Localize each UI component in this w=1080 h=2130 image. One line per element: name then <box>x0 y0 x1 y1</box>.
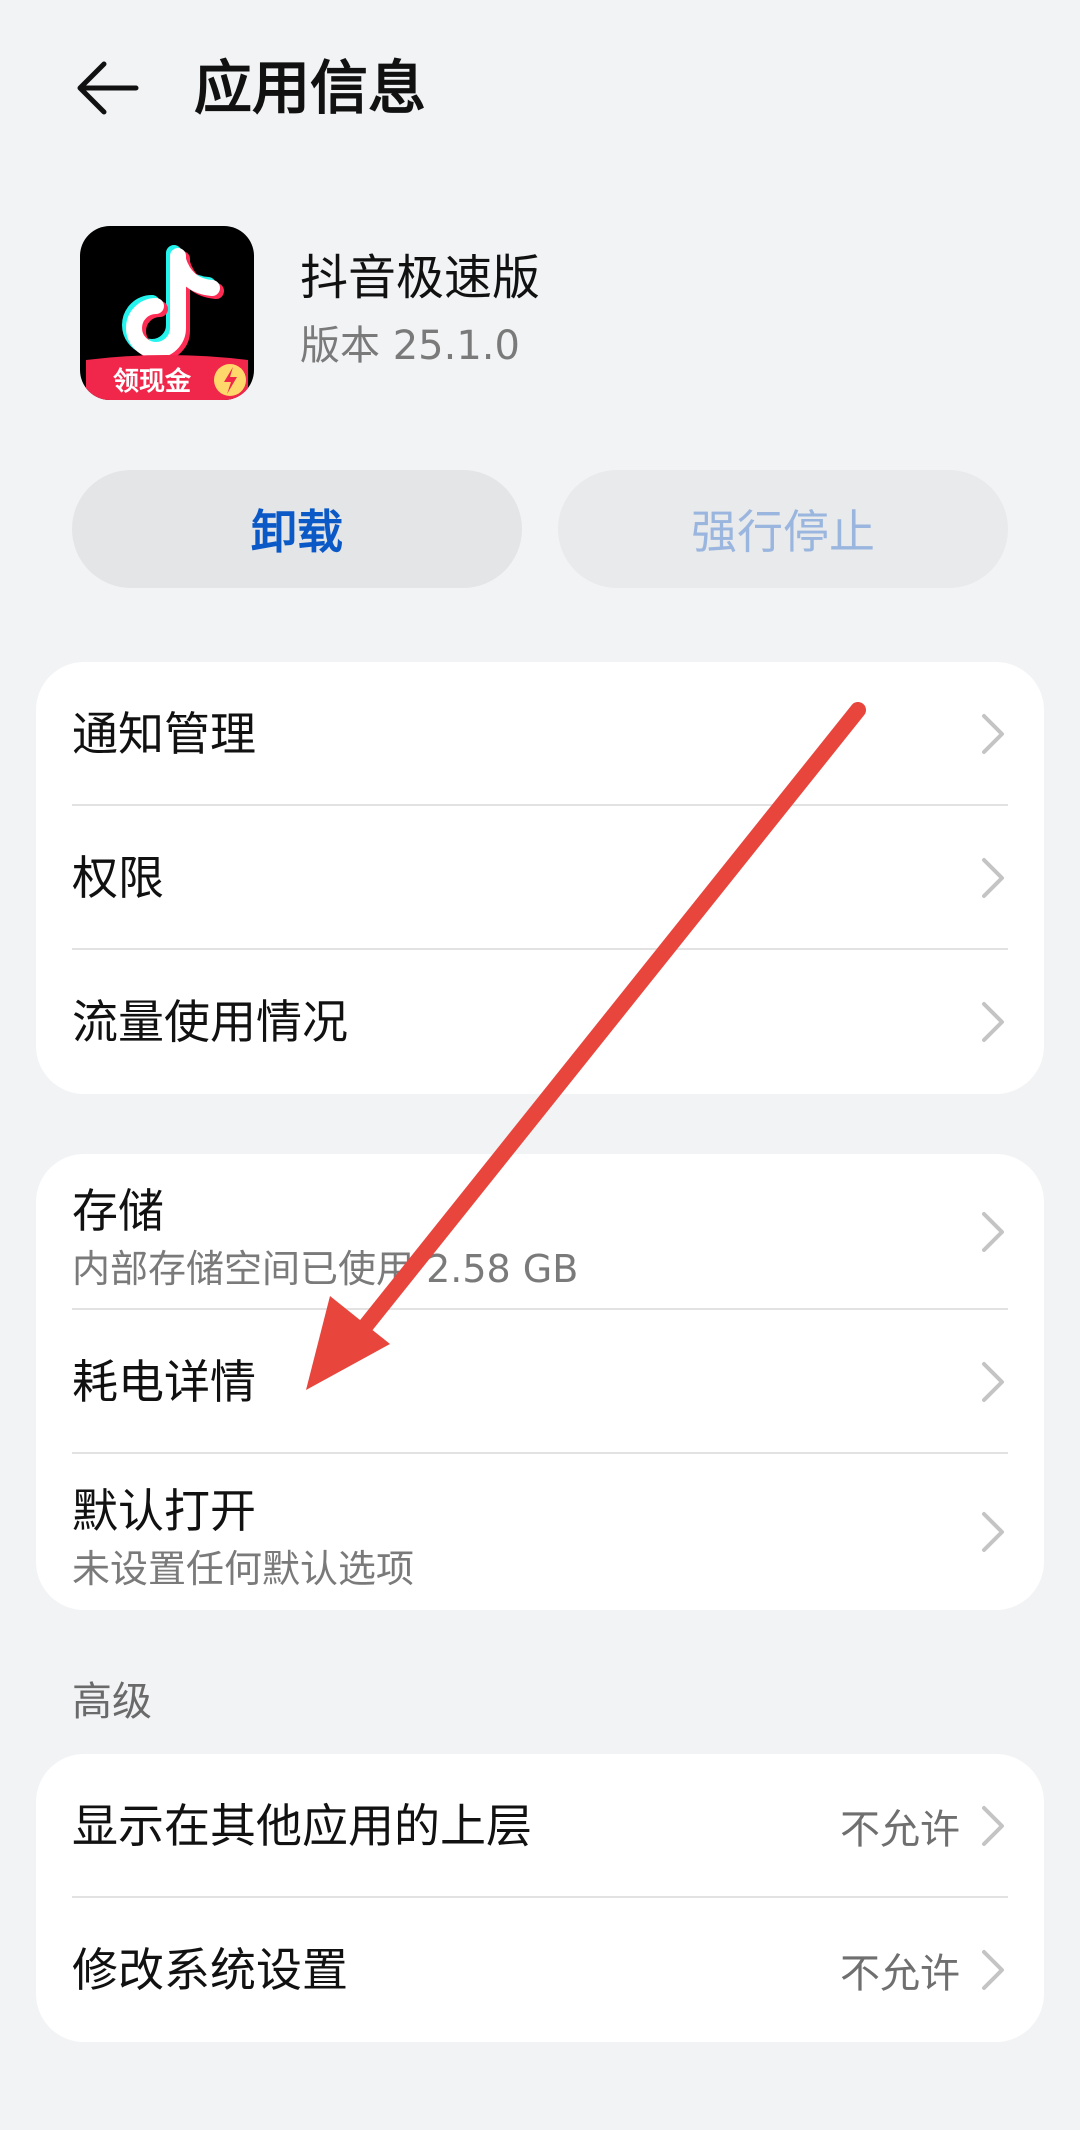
row-title: 修改系统设置 <box>72 1943 348 1997</box>
row-subtitle: 内部存储空间已使用 2.58 GB <box>72 1247 579 1291</box>
chevron-right-icon <box>982 714 1004 754</box>
row-value: 不允许 <box>840 1951 960 1997</box>
uninstall-button[interactable]: 卸载 <box>72 470 522 588</box>
modify-system-settings-row[interactable]: 修改系统设置 不允许 <box>72 1898 1008 2042</box>
app-settings-card: 通知管理 权限 流量使用情况 <box>36 662 1044 1094</box>
chevron-right-icon <box>982 1002 1004 1042</box>
data-usage-row[interactable]: 流量使用情况 <box>72 950 1008 1094</box>
row-title: 权限 <box>72 851 164 905</box>
chevron-right-icon <box>982 858 1004 898</box>
chevron-right-icon <box>982 1512 1004 1552</box>
row-subtitle: 未设置任何默认选项 <box>72 1547 415 1591</box>
display-over-other-apps-row[interactable]: 显示在其他应用的上层 不允许 <box>72 1754 1008 1898</box>
row-title: 存储 <box>72 1184 164 1238</box>
page-title: 应用信息 <box>194 54 427 122</box>
app-version: 版本 25.1.0 <box>300 323 520 369</box>
row-title: 耗电详情 <box>72 1355 256 1409</box>
row-title: 默认打开 <box>72 1484 256 1538</box>
permissions-row[interactable]: 权限 <box>72 806 1008 950</box>
row-title: 显示在其他应用的上层 <box>72 1799 532 1853</box>
row-title: 通知管理 <box>72 707 256 761</box>
force-stop-button[interactable]: 强行停止 <box>558 470 1008 588</box>
row-value: 不允许 <box>840 1807 960 1853</box>
advanced-settings-card: 显示在其他应用的上层 不允许 修改系统设置 不允许 <box>36 1754 1044 2042</box>
open-by-default-row[interactable]: 默认打开 未设置任何默认选项 <box>72 1454 1008 1610</box>
app-icon-badge-text: 领现金 <box>113 366 192 397</box>
chevron-right-icon <box>982 1950 1004 1990</box>
notification-management-row[interactable]: 通知管理 <box>72 662 1008 806</box>
row-title: 流量使用情况 <box>72 995 348 1049</box>
chevron-right-icon <box>982 1806 1004 1846</box>
chevron-right-icon <box>982 1212 1004 1252</box>
top-bar: 应用信息 <box>0 0 1080 176</box>
back-arrow-icon <box>77 61 139 115</box>
app-icon: 领现金 <box>80 226 254 400</box>
app-name: 抖音极速版 <box>300 250 541 306</box>
storage-row[interactable]: 存储 内部存储空间已使用 2.58 GB <box>72 1154 1008 1310</box>
app-resources-card: 存储 内部存储空间已使用 2.58 GB 耗电详情 默认打开 未设置任何默认选项 <box>36 1154 1044 1610</box>
battery-usage-row[interactable]: 耗电详情 <box>72 1310 1008 1454</box>
back-button[interactable] <box>68 48 148 128</box>
chevron-right-icon <box>982 1362 1004 1402</box>
app-info: 领现金 抖音极速版 版本 25.1.0 <box>80 226 1000 400</box>
advanced-section-label: 高级 <box>72 1679 152 1725</box>
